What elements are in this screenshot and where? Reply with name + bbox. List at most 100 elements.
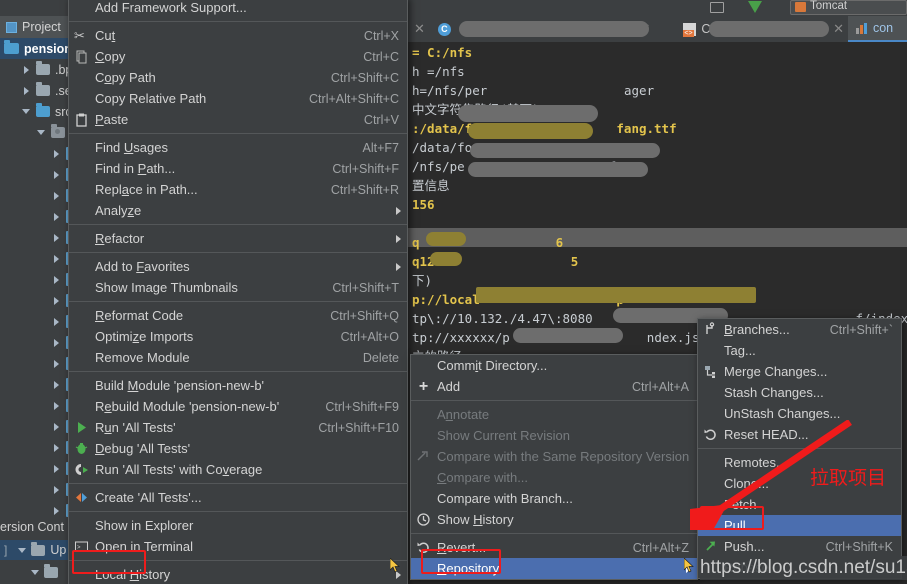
tab-close-icon-0[interactable]: ✕ bbox=[414, 21, 425, 37]
menu-item-reset-head[interactable]: Reset HEAD... bbox=[698, 424, 901, 445]
terminal-line-tail: fang.ttf bbox=[616, 121, 677, 136]
menu-item-copy[interactable]: Copy Ctrl+C bbox=[69, 46, 407, 67]
tree-expand-arrow[interactable] bbox=[51, 253, 62, 264]
tree-expand-arrow[interactable] bbox=[21, 85, 32, 96]
menu-separator bbox=[69, 371, 407, 372]
menu-item-show-current-revision[interactable]: Show Current Revision bbox=[411, 425, 697, 446]
menu-item-create-all-tests-label: Create 'All Tests'... bbox=[95, 490, 202, 505]
menu-item-show-image-thumbnails[interactable]: Show Image Thumbnails Ctrl+Shift+T bbox=[69, 277, 407, 298]
tree-expand-arrow[interactable] bbox=[21, 106, 32, 117]
vc-folder-icon bbox=[31, 541, 46, 556]
menu-item-compare-with-the-same-repository-version[interactable]: Compare with the Same Repository Version bbox=[411, 446, 697, 467]
editor-tab-console[interactable]: con bbox=[847, 16, 907, 42]
tree-expand-arrow[interactable] bbox=[36, 127, 47, 138]
tree-expand-arrow[interactable] bbox=[51, 295, 62, 306]
menu-item-compare-with[interactable]: Compare with... bbox=[411, 467, 697, 488]
menu-item-fetch[interactable]: Fetch bbox=[698, 494, 901, 515]
menu-item-compare-with-branch[interactable]: Compare with Branch... bbox=[411, 488, 697, 509]
menu-item-repository-label: Repository bbox=[437, 561, 500, 576]
tree-expand-arrow[interactable] bbox=[51, 337, 62, 348]
menu-item-copy-relative-path[interactable]: Copy Relative Path Ctrl+Alt+Shift+C bbox=[69, 88, 407, 109]
mouse-cursor-1 bbox=[390, 558, 400, 573]
watermark-url: https://blog.csdn.net/su1573 bbox=[700, 557, 907, 578]
menu-item-revert[interactable]: Revert... Ctrl+Alt+Z bbox=[411, 537, 697, 558]
menu-item-repository[interactable]: Repository bbox=[411, 558, 697, 579]
tree-expand-arrow[interactable] bbox=[51, 463, 62, 474]
menu-item-find-usages[interactable]: Find Usages Alt+F7 bbox=[69, 137, 407, 158]
chevron-right-icon bbox=[396, 207, 401, 215]
terminal-line: p://local bbox=[412, 292, 480, 307]
menu-item-run-all-tests[interactable]: Run 'All Tests' Ctrl+Shift+F10 bbox=[69, 417, 407, 438]
file-context-menu[interactable]: Add Framework Support... ✂ Cut Ctrl+X Copy Ct… bbox=[68, 0, 408, 584]
menu-item-copy-path[interactable]: Copy Path Ctrl+Shift+C bbox=[69, 67, 407, 88]
menu-item-replace-in-path[interactable]: Replace in Path... Ctrl+Shift+R bbox=[69, 179, 407, 200]
menu-item-find-usages-label: Find Usages bbox=[95, 140, 168, 155]
menu-item-build-module-pension-new-b-label: Build Module 'pension-new-b' bbox=[95, 378, 265, 393]
tomcat-run-config[interactable] bbox=[790, 0, 907, 15]
tree-expand-arrow[interactable] bbox=[21, 64, 32, 75]
tree-expand-arrow[interactable] bbox=[51, 379, 62, 390]
menu-item-show-history[interactable]: Show History bbox=[411, 509, 697, 530]
menu-separator bbox=[69, 133, 407, 134]
menu-item-open-in-terminal[interactable]: >_ Open in Terminal bbox=[69, 536, 407, 557]
editor-tab-class[interactable]: C ✕ bbox=[431, 16, 656, 42]
tree-expand-arrow[interactable] bbox=[51, 232, 62, 243]
menu-item-create-all-tests[interactable]: Create 'All Tests'... bbox=[69, 487, 407, 508]
menu-item-merge-changes[interactable]: Merge Changes... bbox=[698, 361, 901, 382]
project-panel-title: Project bbox=[22, 20, 61, 34]
menu-item-compare-with-label: Compare with... bbox=[437, 470, 529, 485]
terminal-selected-line bbox=[408, 228, 907, 247]
tab-close-icon-2[interactable]: ✕ bbox=[833, 21, 844, 37]
editor-tabbar[interactable]: ✕ C ✕ Co ml ✕ con bbox=[408, 16, 907, 42]
repository-submenu[interactable]: Branches... Ctrl+Shift+` Tag... Merge Chang… bbox=[697, 318, 902, 579]
menu-item-annotate[interactable]: Annotate bbox=[411, 404, 697, 425]
vc-child-expand-arrow[interactable] bbox=[30, 567, 41, 578]
menu-item-add-to-favorites[interactable]: Add to Favorites bbox=[69, 256, 407, 277]
menu-item-push[interactable]: Push... Ctrl+Shift+K bbox=[698, 536, 901, 557]
toolbar-run-icon[interactable] bbox=[748, 1, 762, 13]
vc-expand-arrow[interactable] bbox=[17, 545, 28, 556]
editor-tab-xml[interactable]: Co ml ✕ bbox=[676, 16, 848, 42]
tree-expand-arrow[interactable] bbox=[51, 484, 62, 495]
menu-item-refactor[interactable]: Refactor bbox=[69, 228, 407, 249]
tree-expand-arrow[interactable] bbox=[51, 274, 62, 285]
menu-item-stash-changes[interactable]: Stash Changes... bbox=[698, 382, 901, 403]
menu-item-tag[interactable]: Tag... bbox=[698, 340, 901, 361]
tree-expand-arrow[interactable] bbox=[51, 190, 62, 201]
tree-expand-arrow[interactable] bbox=[51, 505, 62, 516]
menu-item-unstash-changes[interactable]: UnStash Changes... bbox=[698, 403, 901, 424]
menu-item-local-history[interactable]: Local History bbox=[69, 564, 407, 584]
tree-expand-arrow[interactable] bbox=[51, 400, 62, 411]
tree-expand-arrow[interactable] bbox=[51, 148, 62, 159]
menu-item-commit-directory[interactable]: Commit Directory... bbox=[411, 355, 697, 376]
menu-item-reformat-code-accel: Ctrl+Shift+Q bbox=[330, 308, 399, 323]
menu-item-run-all-tests-with-coverage[interactable]: Run 'All Tests' with Coverage bbox=[69, 459, 407, 480]
menu-item-optimize-imports[interactable]: Optimize Imports Ctrl+Alt+O bbox=[69, 326, 407, 347]
menu-item-find-in-path[interactable]: Find in Path... Ctrl+Shift+F bbox=[69, 158, 407, 179]
chart-icon bbox=[855, 22, 868, 35]
menu-item-analyze[interactable]: Analyze bbox=[69, 200, 407, 221]
menu-item-add[interactable]: + Add Ctrl+Alt+A bbox=[411, 376, 697, 397]
menu-item-cut[interactable]: ✂ Cut Ctrl+X bbox=[69, 25, 407, 46]
tree-expand-arrow[interactable] bbox=[51, 169, 62, 180]
arrow-annotation-label: 拉取项目 bbox=[810, 467, 887, 489]
git-submenu[interactable]: Commit Directory... + Add Ctrl+Alt+A Annotat… bbox=[410, 354, 698, 580]
menu-item-debug-all-tests[interactable]: Debug 'All Tests' bbox=[69, 438, 407, 459]
menu-item-add-framework-support[interactable]: Add Framework Support... bbox=[69, 0, 407, 18]
tree-expand-arrow[interactable] bbox=[51, 421, 62, 432]
menu-item-show-in-explorer[interactable]: Show in Explorer bbox=[69, 515, 407, 536]
menu-item-paste[interactable]: Paste Ctrl+V bbox=[69, 109, 407, 130]
menu-item-unstash-changes-label: UnStash Changes... bbox=[724, 406, 841, 421]
menu-item-run-all-tests-with-coverage-label: Run 'All Tests' with Coverage bbox=[95, 462, 263, 477]
menu-item-branches[interactable]: Branches... Ctrl+Shift+` bbox=[698, 319, 901, 340]
tree-expand-arrow[interactable] bbox=[51, 316, 62, 327]
menu-item-remove-module[interactable]: Remove Module Delete bbox=[69, 347, 407, 368]
menu-item-reformat-code[interactable]: Reformat Code Ctrl+Shift+Q bbox=[69, 305, 407, 326]
toolbar-window-icon[interactable] bbox=[710, 2, 724, 13]
tree-expand-arrow[interactable] bbox=[51, 358, 62, 369]
tree-expand-arrow[interactable] bbox=[51, 442, 62, 453]
tree-expand-arrow[interactable] bbox=[51, 211, 62, 222]
menu-item-build-module-pension-new-b[interactable]: Build Module 'pension-new-b' bbox=[69, 375, 407, 396]
menu-item-rebuild-module-pension-new-b[interactable]: Rebuild Module 'pension-new-b' Ctrl+Shift… bbox=[69, 396, 407, 417]
menu-item-pull[interactable]: Pull... bbox=[698, 515, 901, 536]
